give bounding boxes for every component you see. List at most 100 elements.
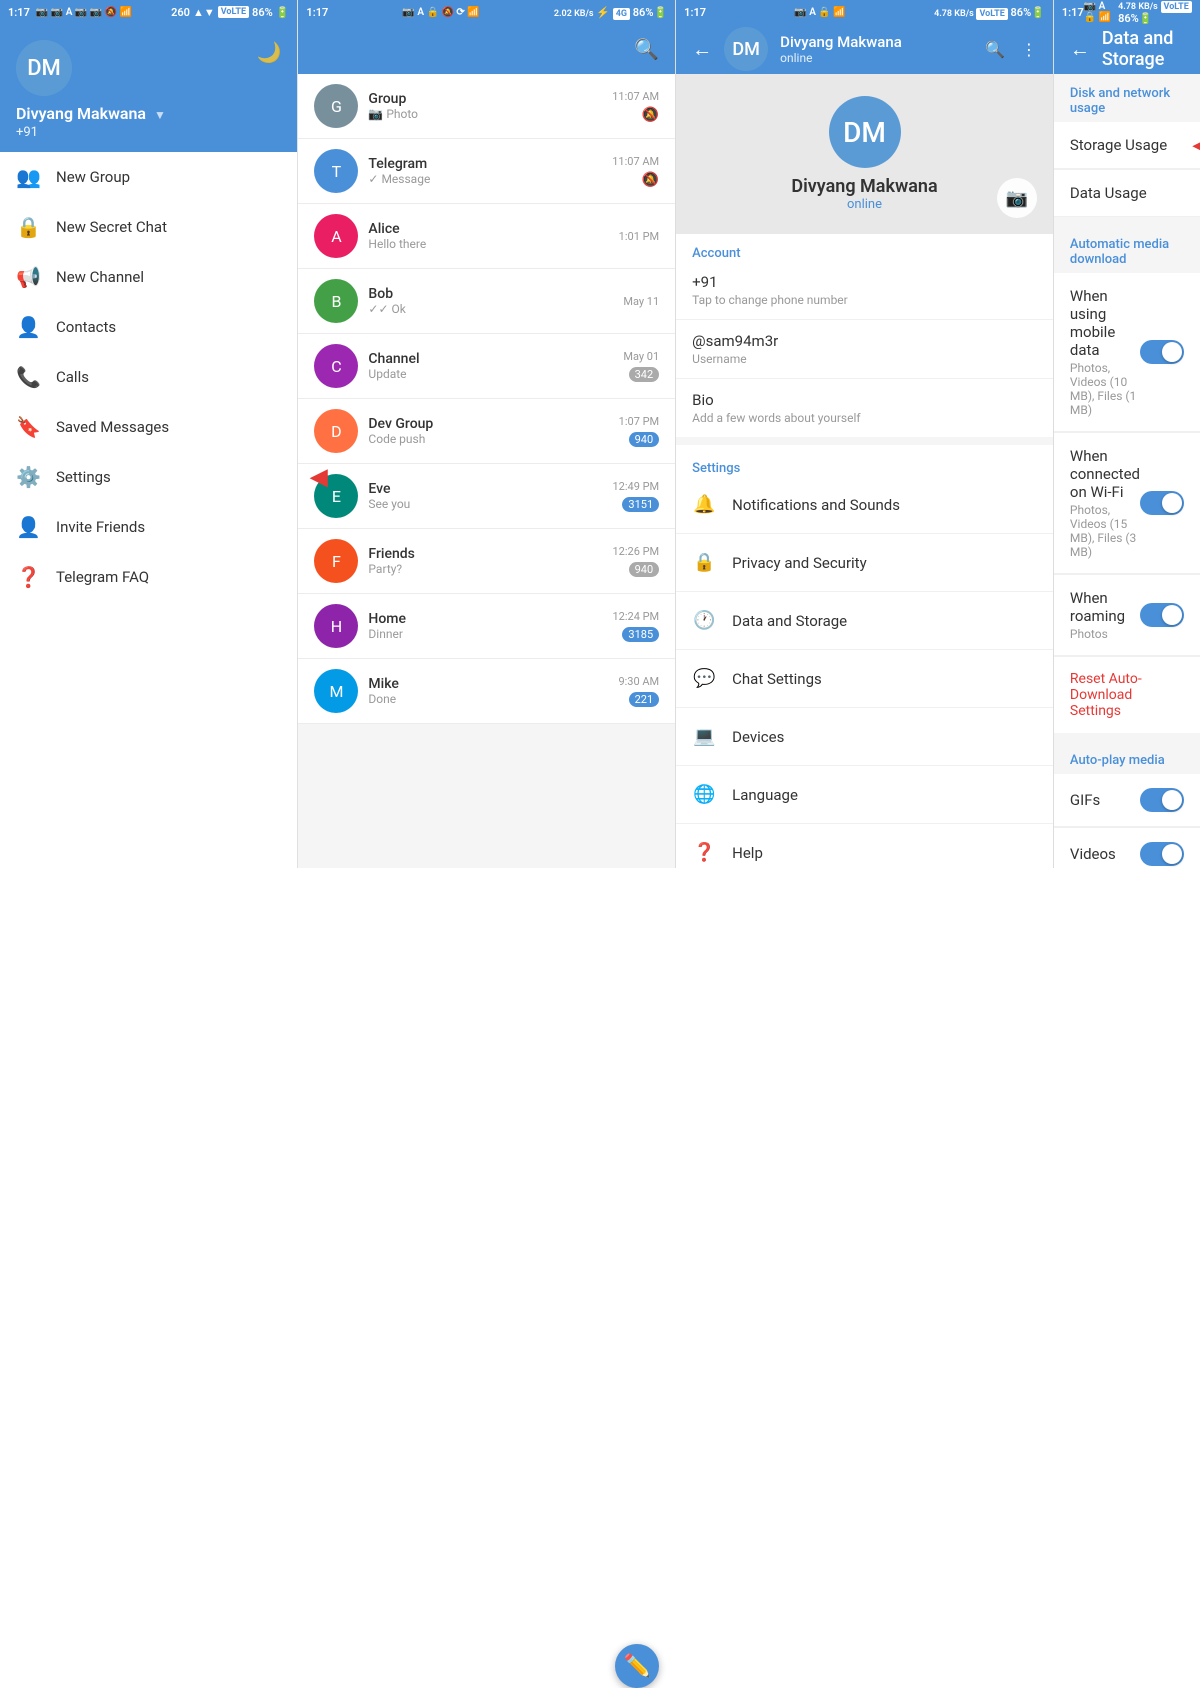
- chat-list-panel: 1:17 📷 A 🔒 🔕 ⟳ 📶 2.02 KB/s ⚡ 4G 86%🔋 🔍 G…: [297, 0, 675, 868]
- settings-item-language[interactable]: 🌐 Language: [676, 770, 1053, 819]
- contact-icon: 👤: [16, 315, 40, 339]
- profile-full-name: Divyang Makwana: [791, 176, 937, 197]
- storage-usage-item[interactable]: Storage Usage ◀: [1054, 122, 1200, 169]
- data-storage-content: Disk and network usage Storage Usage ◀ D…: [1054, 74, 1200, 868]
- phone-icon: 📞: [16, 365, 40, 389]
- avatar: G: [314, 84, 358, 128]
- sidebar-item-new-channel[interactable]: 📢 New Channel: [0, 252, 297, 302]
- profile-settings-panel: 1:17 📷 A 🔒 📶 4.78 KB/s VoLTE 86%🔋 ← DM D…: [675, 0, 1053, 868]
- profile-avatar: DM: [829, 96, 901, 168]
- sidebar-item-calls[interactable]: 📞 Calls: [0, 352, 297, 402]
- list-item[interactable]: A Alice Hello there 1:01 PM: [298, 204, 675, 269]
- globe-icon: 🌐: [692, 784, 716, 805]
- gifs-item[interactable]: GIFs: [1054, 774, 1200, 827]
- menu-list: 👥 New Group 🔒 New Secret Chat 📢 New Chan…: [0, 152, 297, 602]
- list-item[interactable]: E Eve See you 12:49 PM 3151: [298, 464, 675, 529]
- gifs-toggle[interactable]: [1140, 788, 1184, 812]
- videos-toggle[interactable]: [1140, 842, 1184, 866]
- camera-button[interactable]: 📷: [997, 178, 1037, 218]
- sidebar-item-faq[interactable]: ❓ Telegram FAQ: [0, 552, 297, 602]
- sidebar-panel: 1:17 📷 📷 A 📷 📷 🔕 📶 260 ▲▼ VoLTE 86% 🔋 🌙 …: [0, 0, 297, 868]
- storage-usage-red-arrow: ◀: [1193, 133, 1200, 158]
- more-icon[interactable]: ⋮: [1021, 40, 1037, 59]
- avatar: A: [314, 214, 358, 258]
- help-icon: ❓: [16, 565, 40, 589]
- menu-label: New Group: [56, 168, 281, 186]
- avatar: H: [314, 604, 358, 648]
- list-item[interactable]: T Telegram ✓ Message 11:07 AM 🔕: [298, 139, 675, 204]
- list-item[interactable]: F Friends Party? 12:26 PM 940: [298, 529, 675, 594]
- list-item[interactable]: B Bob ✓✓ Ok May 11: [298, 269, 675, 334]
- header-avatar: DM: [724, 27, 768, 71]
- list-item[interactable]: M Mike Done 9:30 AM 221: [298, 659, 675, 724]
- sidebar-item-new-secret-chat[interactable]: 🔒 New Secret Chat: [0, 202, 297, 252]
- roaming-toggle[interactable]: [1140, 603, 1184, 627]
- bell-icon: 🔔: [692, 494, 716, 515]
- dropdown-arrow-icon[interactable]: ▼: [154, 108, 166, 122]
- account-section-header: Account: [676, 234, 1053, 265]
- profile-cover: DM Divyang Makwana online 📷: [676, 74, 1053, 234]
- chat-list-header: 🔍: [298, 24, 675, 74]
- back-button[interactable]: ←: [692, 37, 712, 62]
- settings-item-help[interactable]: ❓ Help: [676, 828, 1053, 868]
- sidebar-item-contacts[interactable]: 👤 Contacts: [0, 302, 297, 352]
- question-icon: ❓: [692, 842, 716, 863]
- menu-label: Telegram FAQ: [56, 568, 281, 586]
- clock-icon: 🕐: [692, 610, 716, 631]
- settings-item-privacy[interactable]: 🔒 Privacy and Security: [676, 538, 1053, 587]
- username-field[interactable]: @sam94m3r Username: [676, 324, 1053, 374]
- data-storage-header: ← Data and Storage: [1054, 24, 1200, 74]
- sidebar-item-saved-messages[interactable]: 🔖 Saved Messages: [0, 402, 297, 452]
- mobile-data-item[interactable]: When using mobile data Photos, Videos (1…: [1054, 273, 1200, 432]
- invite-icon: 👤: [16, 515, 40, 539]
- settings-item-data-storage[interactable]: 🕐 Data and Storage ◀: [676, 596, 1053, 645]
- bookmark-icon: 🔖: [16, 415, 40, 439]
- settings-section-header: Settings: [676, 449, 1053, 480]
- chat-icon: 💬: [692, 668, 716, 689]
- avatar: B: [314, 279, 358, 323]
- status-bar-3: 1:17 📷 A 🔒 📶 4.78 KB/s VoLTE 86%🔋: [676, 0, 1053, 24]
- badge: 3151: [622, 497, 659, 512]
- chat-list: G Group 📷 Photo 11:07 AM 🔕 T Telegram ✓ …: [298, 74, 675, 868]
- profile-header: ← DM Divyang Makwana online 🔍 ⋮: [676, 24, 1053, 74]
- list-item[interactable]: D Dev Group Code push 1:07 PM 940: [298, 399, 675, 464]
- sidebar-item-new-group[interactable]: 👥 New Group: [0, 152, 297, 202]
- reset-auto-download[interactable]: Reset Auto-Download Settings: [1054, 657, 1200, 733]
- badge: 221: [629, 692, 660, 707]
- settings-item-notifications[interactable]: 🔔 Notifications and Sounds: [676, 480, 1053, 529]
- header-name: Divyang Makwana: [780, 33, 902, 51]
- lock-icon: 🔒: [16, 215, 40, 239]
- phone-field[interactable]: +91 Tap to change phone number: [676, 265, 1053, 315]
- avatar: F: [314, 539, 358, 583]
- compose-button[interactable]: ✏️: [615, 1644, 659, 1688]
- settings-item-devices[interactable]: 💻 Devices: [676, 712, 1053, 761]
- search-icon[interactable]: 🔍: [985, 40, 1005, 59]
- menu-label: Contacts: [56, 318, 281, 336]
- status-bar-2: 1:17 📷 A 🔒 🔕 ⟳ 📶 2.02 KB/s ⚡ 4G 86%🔋: [298, 0, 675, 24]
- avatar: C: [314, 344, 358, 388]
- list-item[interactable]: H Home Dinner 12:24 PM 3185: [298, 594, 675, 659]
- panel-title: Data and Storage: [1102, 28, 1184, 70]
- list-item[interactable]: C Channel Update May 01 342: [298, 334, 675, 399]
- muted-icon: 🔕: [642, 172, 659, 188]
- settings-item-chat[interactable]: 💬 Chat Settings: [676, 654, 1053, 703]
- autoplay-header: Auto-play media: [1054, 741, 1200, 774]
- roaming-item[interactable]: When roaming Photos: [1054, 575, 1200, 656]
- header-status: online: [780, 51, 902, 65]
- menu-label: Settings: [56, 468, 281, 486]
- laptop-icon: 💻: [692, 726, 716, 747]
- wifi-toggle[interactable]: [1140, 491, 1184, 515]
- search-icon[interactable]: 🔍: [634, 37, 659, 61]
- mobile-data-toggle[interactable]: [1140, 340, 1184, 364]
- badge: 940: [629, 562, 660, 577]
- sidebar-item-invite-friends[interactable]: 👤 Invite Friends: [0, 502, 297, 552]
- back-button[interactable]: ←: [1070, 37, 1090, 62]
- videos-item[interactable]: Videos: [1054, 828, 1200, 868]
- wifi-item[interactable]: When connected on Wi-Fi Photos, Videos (…: [1054, 433, 1200, 574]
- data-usage-item[interactable]: Data Usage: [1054, 170, 1200, 217]
- bio-field[interactable]: Bio Add a few words about yourself: [676, 383, 1053, 433]
- sidebar-item-settings[interactable]: ⚙️ Settings ◀: [0, 452, 297, 502]
- profile-status: online: [847, 197, 882, 212]
- status-bar-4: 1:17 📷 A 🔒 📶 4.78 KB/s VoLTE 86%🔋: [1054, 0, 1200, 24]
- list-item[interactable]: G Group 📷 Photo 11:07 AM 🔕: [298, 74, 675, 139]
